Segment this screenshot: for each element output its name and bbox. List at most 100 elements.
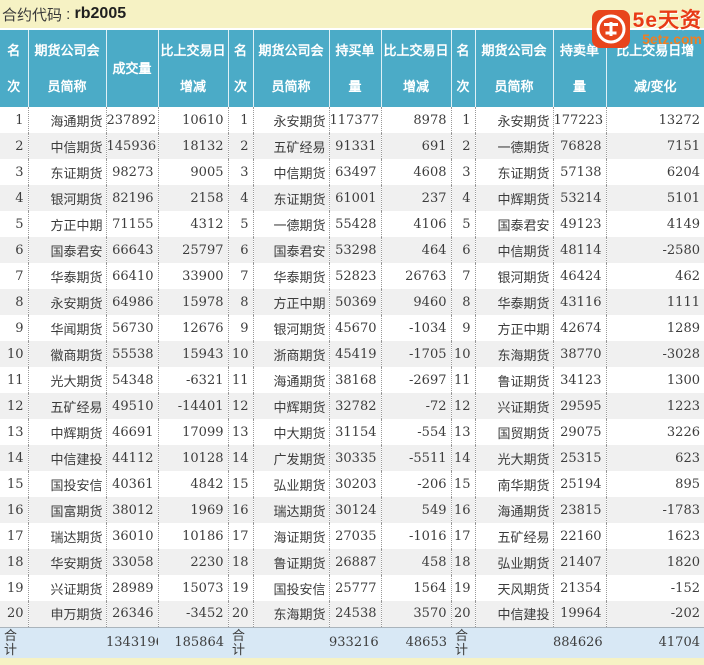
rank-cell: 2 <box>227 133 253 159</box>
logo-domain-text: 5etz.com <box>642 31 702 47</box>
value-cell: 53298 <box>328 237 381 263</box>
table-body: 1 海通期货 237892 10610 1 永安期货 117377 8978 1 永安期货 1772… <box>0 107 704 658</box>
table-row: 20 申万期货 26346 -3452 20 东海期货 24538 3570 20 中信建投 199… <box>0 601 704 627</box>
change-cell: 3570 <box>380 601 451 627</box>
header-rank-3: 名 次 <box>450 30 475 107</box>
rank-cell: 19 <box>6 580 24 596</box>
change-cell: 1223 <box>605 393 704 419</box>
rank-cell: 1 <box>15 112 24 128</box>
header-change-2: 比上交易日 增减 <box>380 30 451 107</box>
company-cell: 方正中期 <box>252 289 329 315</box>
change-cell: 895 <box>605 471 704 497</box>
value-cell: 32782 <box>328 393 381 419</box>
value-cell: 56730 <box>105 315 158 341</box>
rank-cell: 20 <box>6 606 24 622</box>
value-cell: 21354 <box>552 575 606 601</box>
table-row: 19 兴证期货 28989 15073 19 国投安信 25777 1564 19 天风期货 213… <box>0 575 704 601</box>
rank-cell: 13 <box>450 419 475 445</box>
company-cell: 国投安信 <box>252 575 329 601</box>
company-cell: 光大期货 <box>474 445 553 471</box>
change-cell: 1111 <box>605 289 704 315</box>
table-row: 13 中辉期货 46691 17099 13 中大期货 31154 -554 13 国贸期货 290… <box>0 419 704 445</box>
change-cell: 9005 <box>157 159 228 185</box>
company-cell: 国富期货 <box>27 497 106 523</box>
value-cell: 53214 <box>552 185 606 211</box>
rank-cell: 12 <box>450 393 475 419</box>
change-cell: 2158 <box>157 185 228 211</box>
value-cell: 46424 <box>552 263 606 289</box>
header-rank-2: 名 次 <box>227 30 253 107</box>
value-cell: 30335 <box>328 445 381 471</box>
change-cell: 1820 <box>605 549 704 575</box>
total-value-cell: 1343196 <box>106 626 158 658</box>
rank-cell: 12 <box>227 393 253 419</box>
change-cell: -1705 <box>380 341 451 367</box>
change-cell: 18132 <box>157 133 228 159</box>
value-cell: 24538 <box>328 601 381 627</box>
change-cell: 10186 <box>157 523 228 549</box>
company-cell: 中辉期货 <box>252 393 329 419</box>
rank-cell: 14 <box>227 445 253 471</box>
rank-cell: 16 <box>227 497 253 523</box>
change-cell: 10128 <box>157 445 228 471</box>
rank-cell: 16 <box>450 497 475 523</box>
change-cell: -5511 <box>380 445 451 471</box>
company-cell: 一德期货 <box>252 211 329 237</box>
bottom-strip <box>0 658 704 665</box>
change-cell: -152 <box>605 575 704 601</box>
table-row: 5 方正中期 71155 4312 5 一德期货 55428 4106 5 国泰君安 49123 41… <box>0 211 704 237</box>
rank-cell: 4 <box>450 185 475 211</box>
change-cell: 1300 <box>605 367 704 393</box>
rank-cell: 11 <box>450 367 475 393</box>
company-cell: 兴证期货 <box>474 393 553 419</box>
change-cell: 15943 <box>157 341 228 367</box>
change-cell: 4312 <box>157 211 228 237</box>
rank-cell: 15 <box>6 476 24 492</box>
company-cell: 兴证期货 <box>27 575 106 601</box>
company-cell: 华泰期货 <box>252 263 329 289</box>
company-cell: 华泰期货 <box>474 289 553 315</box>
table-total-row: 合计1343196185864合计93321648653合计8846264170… <box>0 626 704 658</box>
company-cell: 一德期货 <box>474 133 553 159</box>
value-cell: 25315 <box>552 445 606 471</box>
value-cell: 63497 <box>328 159 381 185</box>
company-cell: 永安期货 <box>252 107 329 133</box>
value-cell: 54348 <box>105 367 158 393</box>
header-company-1: 期货公司会 员简称 <box>27 30 106 107</box>
company-cell: 鲁证期货 <box>252 549 329 575</box>
change-cell: -1016 <box>380 523 451 549</box>
company-cell: 海证期货 <box>252 523 329 549</box>
change-cell: 15978 <box>157 289 228 315</box>
table-row: 2 中信期货 145936 18132 2 五矿经易 91331 691 2 一德期货 76828 7… <box>0 133 704 159</box>
change-cell: 12676 <box>157 315 228 341</box>
site-logo[interactable]: 5e天资 5etz.com <box>591 9 702 49</box>
header-rank-1: 名 次 <box>0 30 28 107</box>
change-cell: 4106 <box>380 211 451 237</box>
contract-code-label: 合约代码 <box>2 6 63 24</box>
company-cell: 永安期货 <box>474 107 553 133</box>
change-cell: -1783 <box>605 497 704 523</box>
value-cell: 91331 <box>328 133 381 159</box>
rank-cell: 13 <box>227 419 253 445</box>
rank-cell: 20 <box>227 601 253 627</box>
value-cell: 26887 <box>328 549 381 575</box>
rank-cell: 5 <box>15 216 24 232</box>
table-row: 14 中信建投 44112 10128 14 广发期货 30335 -5511 14 光大期货 25… <box>0 445 704 471</box>
total-label-cell: 合计 <box>228 626 253 658</box>
rank-cell: 18 <box>450 549 475 575</box>
rank-cell: 7 <box>227 263 253 289</box>
value-cell: 19964 <box>552 601 606 627</box>
rank-cell: 20 <box>450 601 475 627</box>
table-row: 6 国泰君安 66643 25797 6 国泰君安 53298 464 6 中信期货 48114 -2… <box>0 237 704 263</box>
change-cell: -3452 <box>157 601 228 627</box>
company-cell: 国泰君安 <box>474 211 553 237</box>
header-company-2: 期货公司会 员简称 <box>252 30 329 107</box>
value-cell: 45670 <box>328 315 381 341</box>
change-cell: 1289 <box>605 315 704 341</box>
total-label-cell: 合计 <box>451 626 475 658</box>
company-cell: 瑞达期货 <box>252 497 329 523</box>
rank-cell: 9 <box>227 315 253 341</box>
rank-cell: 7 <box>15 268 24 284</box>
value-cell: 28989 <box>105 575 158 601</box>
value-cell: 23815 <box>552 497 606 523</box>
